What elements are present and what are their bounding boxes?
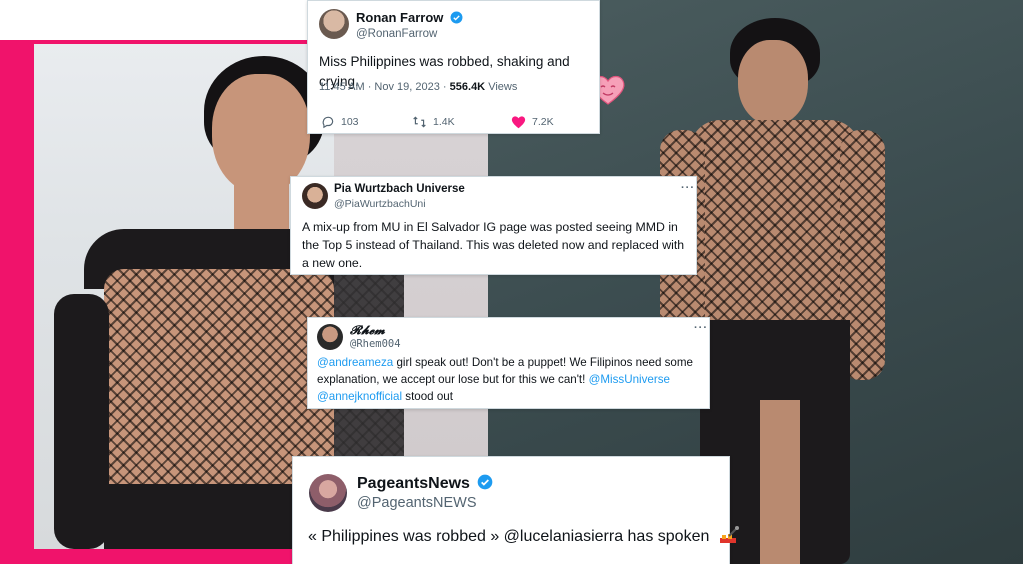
avatar[interactable] [309, 474, 347, 512]
tweet-text: A mix-up from MU in El Salvador IG page … [302, 220, 685, 270]
tweet-card-pageantsnews[interactable]: PageantsNews @PageantsNEWS « Philippines… [292, 456, 739, 564]
verified-badge-icon [450, 11, 463, 24]
neck-shape [234, 184, 289, 234]
tweet-text: @andreameza girl speak out! Don't be a p… [317, 355, 707, 405]
retweet-count: 1.4K [433, 116, 455, 128]
reply-button[interactable]: 103 [321, 115, 359, 129]
mention-link[interactable]: @MissUniverse [589, 373, 670, 386]
user-handle[interactable]: @PiaWurtzbachUni [334, 198, 426, 210]
right-face-shape [738, 40, 808, 125]
avatar[interactable] [302, 183, 328, 209]
right-leg [760, 400, 800, 564]
microphone-emoji-icon [719, 526, 739, 543]
display-name[interactable]: Ronan Farrow [356, 10, 463, 25]
user-handle[interactable]: @PageantsNEWS [357, 495, 477, 511]
display-name-text: PageantsNews [357, 475, 470, 492]
retweet-icon [413, 116, 426, 128]
left-contestant-photo [34, 44, 334, 549]
like-count: 7.2K [532, 116, 554, 128]
user-handle[interactable]: @Rhem004 [350, 338, 401, 350]
tweet-text-content: « Philippines was robbed » @lucelaniasie… [308, 528, 710, 545]
mention-link[interactable]: @annejknofficial [317, 390, 402, 403]
more-options-icon[interactable]: ··· [694, 322, 708, 334]
more-options-icon[interactable]: ··· [681, 182, 695, 194]
avatar[interactable] [317, 324, 343, 350]
tweet-meta: 11:45 AM · Nov 19, 2023 · 556.4K Views [319, 81, 517, 93]
tweet-card-ronan[interactable]: Ronan Farrow @RonanFarrow Miss Philippin… [307, 0, 600, 134]
arm-shape [54, 294, 109, 549]
verified-badge-icon [478, 474, 493, 490]
avatar[interactable] [319, 9, 349, 39]
tweet-text-part: stood out [402, 389, 453, 403]
like-button[interactable]: 7.2K [511, 115, 554, 129]
collage-canvas: Ronan Farrow @RonanFarrow Miss Philippin… [0, 0, 1023, 564]
reply-icon [322, 116, 334, 129]
reply-count: 103 [341, 116, 359, 128]
views-count: 556.4K [449, 81, 486, 93]
tweet-card-pia[interactable]: Pia Wurtzbach Universe @PiaWurtzbachUni … [290, 176, 697, 275]
retweet-button[interactable]: 1.4K [412, 115, 455, 129]
display-name[interactable]: 𝓡𝓱𝓮𝓶 [350, 323, 385, 338]
heart-icon [511, 116, 526, 129]
user-handle[interactable]: @RonanFarrow [356, 28, 437, 40]
display-name-text: Ronan Farrow [356, 10, 444, 25]
timestamp[interactable]: 11:45 AM · Nov 19, 2023 · [319, 81, 450, 93]
display-name[interactable]: Pia Wurtzbach Universe [334, 183, 465, 195]
tweet-card-rhem[interactable]: 𝓡𝓱𝓮𝓶 @Rhem004 ··· @andreameza girl speak… [307, 317, 710, 409]
right-gown-bodice [690, 120, 860, 320]
display-name[interactable]: PageantsNews [357, 474, 493, 493]
mention-link[interactable]: @andreameza [317, 356, 393, 369]
views-label: Views [485, 81, 518, 93]
tweet-text: « Philippines was robbed » @lucelaniasie… [308, 525, 739, 548]
